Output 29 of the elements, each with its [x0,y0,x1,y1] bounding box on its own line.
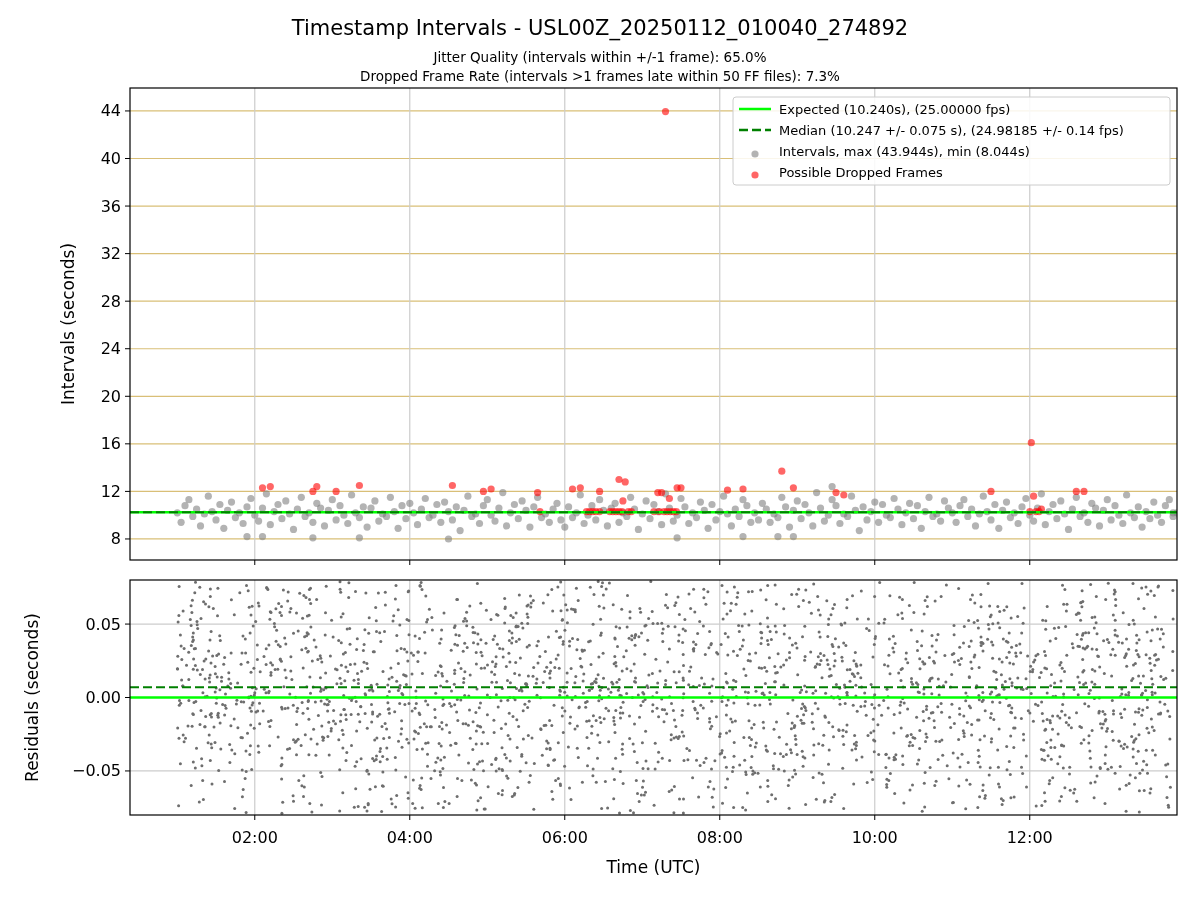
chart-subtitle: Dropped Frame Rate (intervals >1 frames late within 50 FF files): 7.3% [360,67,840,86]
x-tick-label: 02:00 [231,828,278,847]
y-tick-label: 44 [100,101,121,121]
x-axis-label: Time (UTC) [606,857,701,877]
x-tick-label: 06:00 [541,828,588,847]
y-tick-label: 32 [100,244,121,264]
legend-label: Possible Dropped Frames [779,164,943,180]
y-tick-label: 24 [100,339,121,359]
legend-label: Median (10.247 +/- 0.075 s), (24.98185 +/- 0.14 fps) [779,122,1124,138]
y-axis-label: Residuals (seconds) [22,613,42,782]
y-tick-label: 0.00 [85,688,121,707]
y-tick-label: 28 [100,291,121,311]
x-tick-label: 10:00 [851,828,898,847]
y-tick-label: 12 [100,481,121,501]
x-tick-label: 12:00 [1006,828,1053,847]
y-tick-label: 40 [100,149,121,168]
y-tick-label: 20 [100,386,121,406]
legend-label: Intervals, max (43.944s), min (8.044s) [779,143,1030,159]
x-tick-label: 08:00 [696,828,743,847]
y-tick-label: 16 [100,434,121,454]
legend-label: Expected (10.240s), (25.00000 fps) [779,101,1011,117]
y-axis-label: Intervals (seconds) [58,242,78,406]
chart-title: Timestamp Intervals - USL00Z_20250112_010040_274892 [291,15,909,42]
y-tick-label: 0.05 [85,614,121,634]
y-tick-label: 8 [110,529,121,549]
y-tick-label: −0.05 [71,761,121,781]
y-tick-label: 36 [100,196,121,216]
x-tick-label: 04:00 [386,828,433,847]
chart-subtitle: Jitter Quality (intervals within +/-1 frame): 65.0% [433,48,767,67]
